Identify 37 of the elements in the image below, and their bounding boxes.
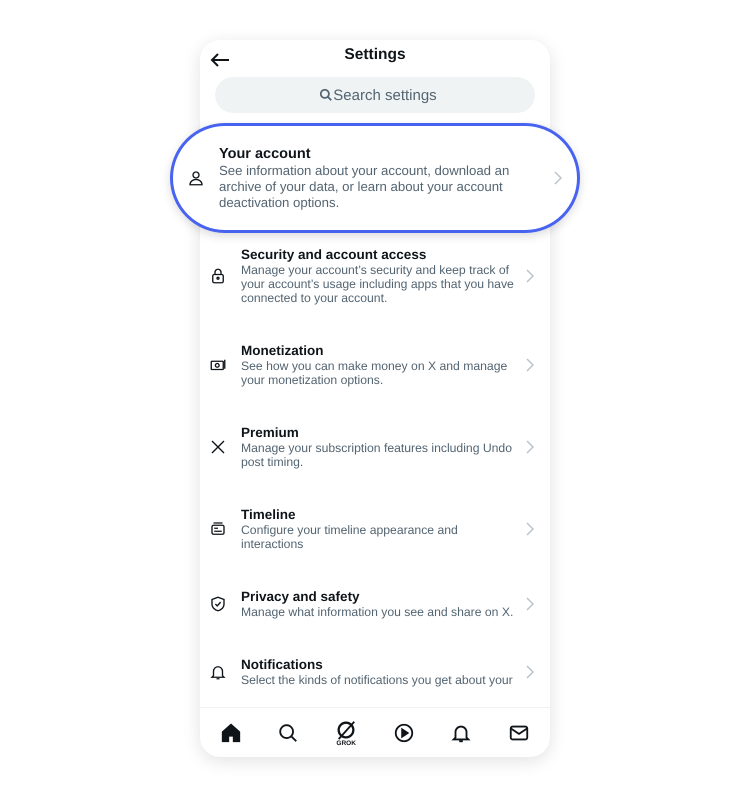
item-description: Configure your timeline appearance and interactions — [241, 523, 459, 552]
item-title: Timeline — [241, 506, 297, 524]
item-title: Security and account access — [241, 246, 428, 264]
settings-item[interactable]: Monetization See how you can make money on X and manage your monetization options. — [200, 325, 550, 408]
item-description: Select the kinds of notifications you get about your — [241, 673, 514, 688]
item-description: Manage your subscription features including Undo post timing. — [241, 441, 513, 470]
settings-item[interactable]: Notifications Select the kinds of notifications you get about your — [200, 639, 550, 708]
chevron-icon — [526, 440, 534, 454]
chevron-icon — [526, 522, 534, 536]
search-field[interactable]: Search settings — [215, 77, 535, 114]
chevron-icon — [554, 171, 562, 186]
shield-icon — [209, 594, 227, 613]
item-description: See information about your account, download an archive of your data, or learn about your account deactivation options. — [219, 163, 510, 212]
chevron-icon — [526, 268, 534, 283]
item-title: Privacy and safety — [241, 588, 361, 606]
back-button[interactable] — [210, 52, 230, 68]
settings-item[interactable]: Timeline Configure your timeline appearance and interactions — [200, 489, 550, 572]
settings-item[interactable]: Premium Manage your subscription features including Undo post timing. — [200, 407, 550, 490]
item-title: Your account — [219, 145, 312, 164]
padlock-icon — [209, 266, 227, 285]
x-letter-icon — [209, 438, 227, 456]
item-description: See how you can make money on X and manage your monetization options. — [241, 359, 508, 388]
item-title: Monetization — [241, 342, 324, 360]
search-icon — [319, 88, 333, 102]
chevron-icon — [526, 664, 534, 679]
settings-item[interactable]: Security and account access Manage your account’s security and keep track of your account’s usage including apps that you have connected to your account. — [200, 229, 550, 326]
item-title: Premium — [241, 424, 300, 442]
settings-item[interactable]: Privacy and safety Manage what information you see and share on X. — [200, 571, 550, 640]
person-icon — [187, 169, 205, 188]
item-title: Notifications — [241, 656, 324, 674]
chevron-icon — [526, 358, 534, 372]
page-title: Settings — [344, 46, 406, 64]
chevron-icon — [526, 596, 534, 611]
card-icon — [209, 520, 227, 538]
highlighted-settings-item[interactable]: Your account See information about your account, download an archive of your data, or learn about your account deactivation options. — [170, 123, 580, 234]
item-description: Manage what information you see and share on X. — [241, 605, 514, 620]
item-description: Manage your account’s security and keep track of your account’s usage including apps that you have connected to your account. — [241, 263, 514, 306]
